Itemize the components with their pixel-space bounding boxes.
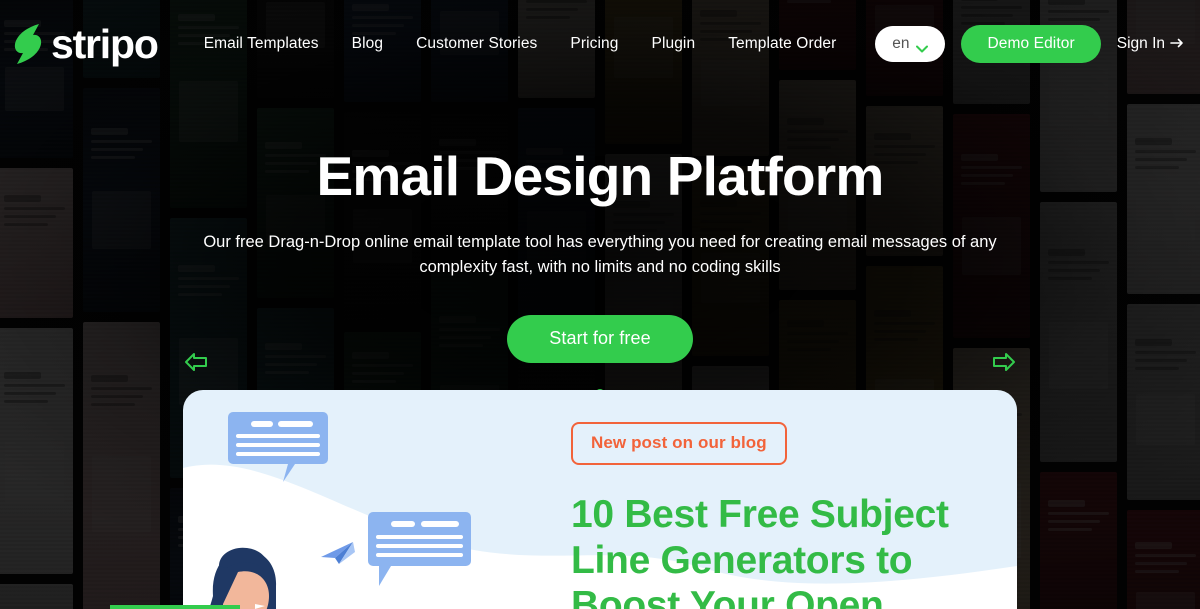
header-actions: en Demo Editor Sign In xyxy=(875,25,1184,63)
blog-card-text: New post on our blog 10 Best Free Subjec… xyxy=(571,422,995,609)
language-selector-value: en xyxy=(892,35,910,52)
demo-editor-button[interactable]: Demo Editor xyxy=(961,25,1101,63)
stripo-logo[interactable]: stripo xyxy=(8,20,159,67)
paper-plane-icon xyxy=(321,542,355,564)
nav-item-pricing[interactable]: Pricing xyxy=(570,35,618,53)
stripo-logo-text: stripo xyxy=(51,20,159,67)
person-figure xyxy=(209,547,277,609)
start-for-free-button[interactable]: Start for free xyxy=(507,314,693,363)
new-post-badge[interactable]: New post on our blog xyxy=(571,422,787,465)
nav-item-blog[interactable]: Blog xyxy=(352,35,383,53)
main-navigation: Email Templates Blog Customer Stories Pr… xyxy=(204,35,876,53)
hero-subtitle: Our free Drag-n-Drop online email templa… xyxy=(203,232,997,277)
carousel-next-arrow-icon[interactable] xyxy=(991,350,1017,374)
site-header: stripo Email Templates Blog Customer Sto… xyxy=(0,0,1200,88)
chevron-down-icon xyxy=(916,40,929,53)
stripo-logo-mark xyxy=(8,21,48,67)
carousel-prev-arrow-icon[interactable] xyxy=(183,350,209,374)
page-title: Email Design Platform xyxy=(316,145,885,207)
nav-item-plugin[interactable]: Plugin xyxy=(652,35,696,53)
chat-bubble-1 xyxy=(228,412,328,482)
nav-item-customer-stories[interactable]: Customer Stories xyxy=(416,35,537,53)
language-selector[interactable]: en xyxy=(875,26,946,62)
sign-in-link[interactable]: Sign In xyxy=(1117,35,1184,53)
chat-bubble-2 xyxy=(368,512,471,586)
nav-item-email-templates[interactable]: Email Templates xyxy=(204,35,319,53)
blog-post-title[interactable]: 10 Best Free Subject Line Generators to … xyxy=(571,492,995,609)
blog-promo-card[interactable]: New post on our blog 10 Best Free Subjec… xyxy=(183,390,1017,609)
nav-item-template-order[interactable]: Template Order xyxy=(728,35,836,53)
hero-cta-wrapper: Start for free xyxy=(0,314,1200,363)
arrow-right-icon xyxy=(1170,35,1184,53)
sign-in-label: Sign In xyxy=(1116,35,1165,52)
person-with-chat-bubbles-illustration xyxy=(209,412,471,609)
bottom-accent-line xyxy=(110,605,240,609)
